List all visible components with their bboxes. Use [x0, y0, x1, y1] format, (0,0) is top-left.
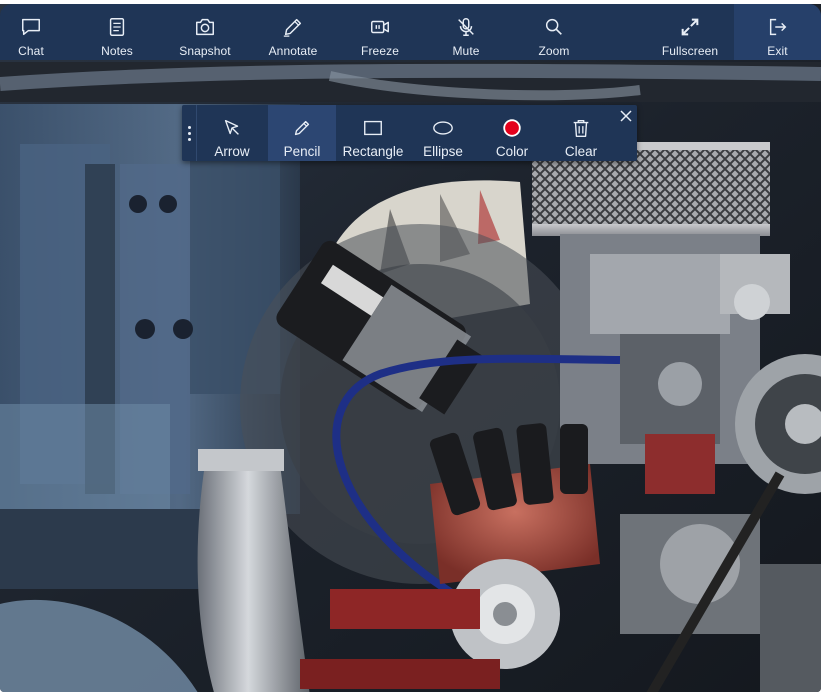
grip-dot-icon: [187, 131, 191, 135]
fullscreen-label: Fullscreen: [661, 44, 719, 58]
snapshot-label: Snapshot: [179, 44, 231, 58]
grip-dot-icon: [187, 137, 191, 141]
drag-handle[interactable]: [182, 105, 197, 161]
arrow-tool-button[interactable]: Arrow: [198, 105, 266, 161]
notes-label: Notes: [101, 44, 133, 58]
pencil-tool-label: Pencil: [283, 144, 321, 159]
ellipse-icon: [433, 121, 453, 135]
clear-button[interactable]: Clear: [548, 105, 614, 161]
top-toolbar: Chat Notes Snapshot Annotate Freeze Mute…: [0, 4, 821, 60]
snapshot-button[interactable]: Snapshot: [172, 4, 238, 60]
ellipse-tool-label: Ellipse: [423, 144, 463, 159]
close-icon: [620, 110, 632, 122]
freeze-button[interactable]: Freeze: [350, 4, 410, 60]
chat-label: Chat: [18, 44, 44, 58]
expand-icon: [681, 18, 699, 36]
rectangle-icon: [364, 120, 382, 136]
annotate-button[interactable]: Annotate: [260, 4, 326, 60]
exit-icon: [769, 18, 786, 36]
clear-label: Clear: [564, 144, 598, 159]
color-picker-button[interactable]: Color: [480, 105, 544, 161]
ellipse-tool-button[interactable]: Ellipse: [410, 105, 476, 161]
annotate-label: Annotate: [268, 44, 318, 58]
notes-button[interactable]: Notes: [86, 4, 148, 60]
close-annotation-button[interactable]: [619, 109, 633, 123]
pencil-icon: [294, 120, 310, 136]
pen-icon: [283, 18, 302, 37]
camera-icon: [196, 18, 214, 36]
microphone-off-icon: [458, 18, 474, 36]
chat-icon: [22, 18, 40, 36]
cursor-arrow-icon: [224, 119, 239, 135]
exit-label: Exit: [767, 44, 788, 58]
fullscreen-button[interactable]: Fullscreen: [652, 4, 728, 60]
magnifier-icon: [545, 18, 562, 35]
freeze-label: Freeze: [361, 44, 399, 58]
zoom-label: Zoom: [538, 44, 570, 58]
chat-button[interactable]: Chat: [0, 4, 62, 60]
color-label: Color: [495, 144, 529, 159]
zoom-button[interactable]: Zoom: [524, 4, 584, 60]
color-swatch-icon: [503, 119, 521, 137]
rectangle-tool-button[interactable]: Rectangle: [338, 105, 408, 161]
trash-icon: [573, 119, 589, 137]
arrow-tool-label: Arrow: [214, 144, 250, 159]
mute-button[interactable]: Mute: [436, 4, 496, 60]
pencil-tool-button[interactable]: Pencil: [268, 105, 336, 161]
annotation-toolbar: Arrow Pencil Rectangle Ellipse Color Cle…: [182, 105, 637, 161]
grip-dot-icon: [187, 125, 191, 129]
mute-label: Mute: [452, 44, 480, 58]
freeze-icon: [371, 20, 389, 34]
rectangle-tool-label: Rectangle: [342, 144, 404, 159]
exit-button[interactable]: Exit: [734, 4, 821, 60]
notes-icon: [109, 18, 125, 36]
